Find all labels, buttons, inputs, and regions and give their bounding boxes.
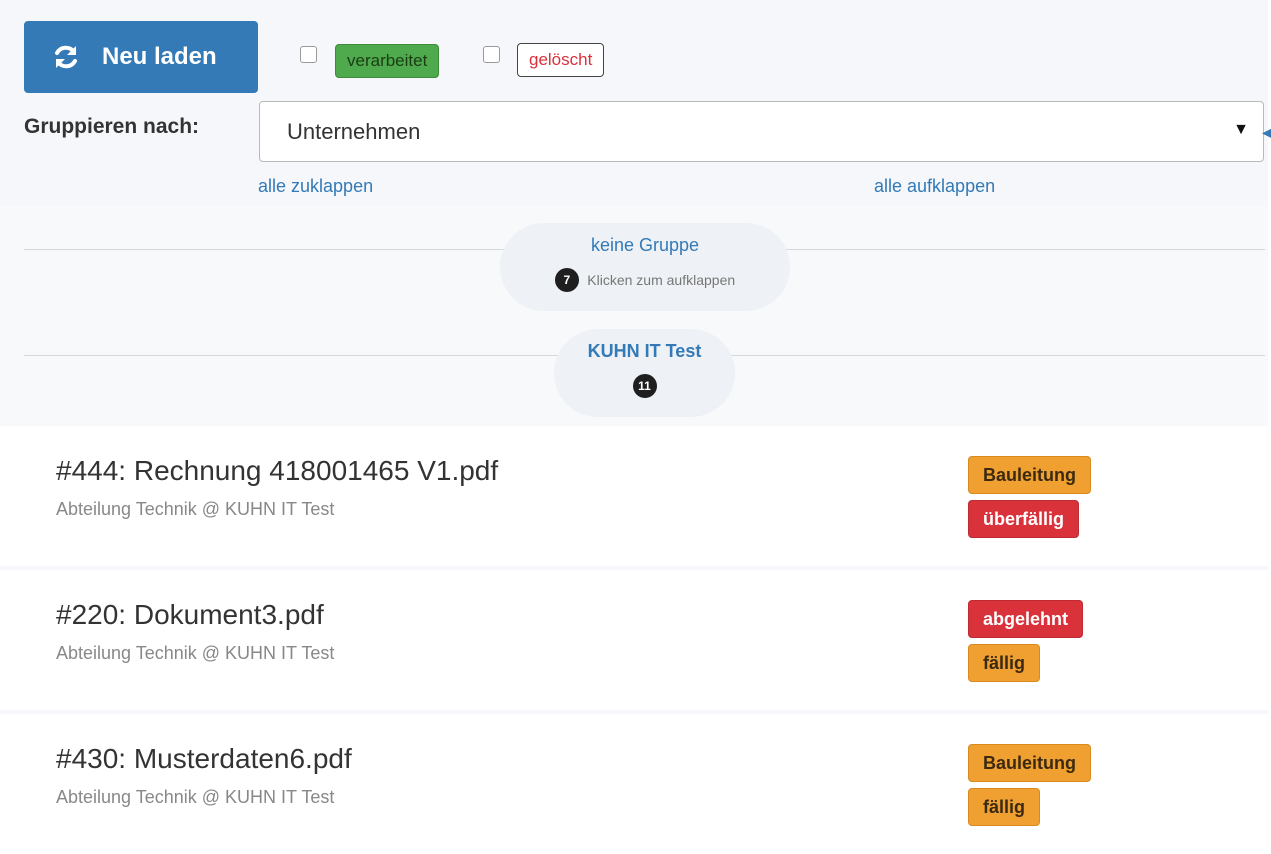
- expand-all-link[interactable]: alle aufklappen: [874, 176, 995, 197]
- document-title: #220: Dokument3.pdf: [56, 599, 324, 630]
- refresh-icon: [52, 43, 80, 71]
- caret-down-icon: ▼: [1233, 121, 1249, 138]
- tag-badge: Bauleitung: [968, 456, 1091, 494]
- deleted-badge: gelöscht: [517, 43, 605, 77]
- document-item[interactable]: #220: Dokument3.pdf Abteilung Technik @ …: [24, 570, 1265, 708]
- group-keine-gruppe[interactable]: keine Gruppe 7 Klicken zum aufklappen: [500, 223, 790, 311]
- document-item[interactable]: #444: Rechnung 418001465 V1.pdf Abteilun…: [24, 426, 1265, 564]
- group-title: keine Gruppe: [590, 235, 700, 255]
- collapse-all-link[interactable]: alle zuklappen: [258, 176, 373, 197]
- document-subtitle: Abteilung Technik @ KUHN IT Test: [56, 787, 335, 807]
- group-by-label: Gruppieren nach:: [24, 115, 200, 138]
- toolbar-panel: Neu laden verarbeitet gelöscht Gruppiere…: [0, 0, 1271, 206]
- group-title: KUHN IT Test: [587, 341, 702, 361]
- tag-badge: Bauleitung: [968, 744, 1091, 782]
- group-count-badge: 7: [554, 268, 579, 292]
- processed-badge: verarbeitet: [335, 44, 440, 78]
- document-item[interactable]: #430: Musterdaten6.pdf Abteilung Technik…: [24, 714, 1265, 852]
- status-badge: fällig: [968, 644, 1041, 682]
- status-badge: abgelehnt: [968, 600, 1084, 638]
- group-kuhn-it-test[interactable]: KUHN IT Test 11: [554, 329, 735, 417]
- arrow-left-icon: ◀: [1262, 124, 1271, 140]
- document-title: #444: Rechnung 418001465 V1.pdf: [56, 455, 499, 486]
- group-count-badge: 11: [632, 374, 657, 398]
- groups-area: keine Gruppe 7 Klicken zum aufklappen KU…: [0, 206, 1268, 426]
- group-by-selected-value: Unternehmen: [287, 118, 421, 144]
- processed-checkbox[interactable]: [300, 46, 317, 63]
- reload-label: Neu laden: [102, 43, 217, 70]
- group-hint: Klicken zum aufklappen: [587, 272, 736, 288]
- document-subtitle: Abteilung Technik @ KUHN IT Test: [56, 643, 335, 663]
- status-badge: überfällig: [968, 500, 1080, 538]
- status-badge: fällig: [968, 788, 1041, 826]
- group-by-select[interactable]: Unternehmen ▼: [259, 101, 1264, 162]
- reload-button[interactable]: Neu laden: [24, 21, 258, 93]
- deleted-checkbox[interactable]: [483, 46, 500, 63]
- document-subtitle: Abteilung Technik @ KUHN IT Test: [56, 499, 335, 519]
- document-title: #430: Musterdaten6.pdf: [56, 743, 352, 774]
